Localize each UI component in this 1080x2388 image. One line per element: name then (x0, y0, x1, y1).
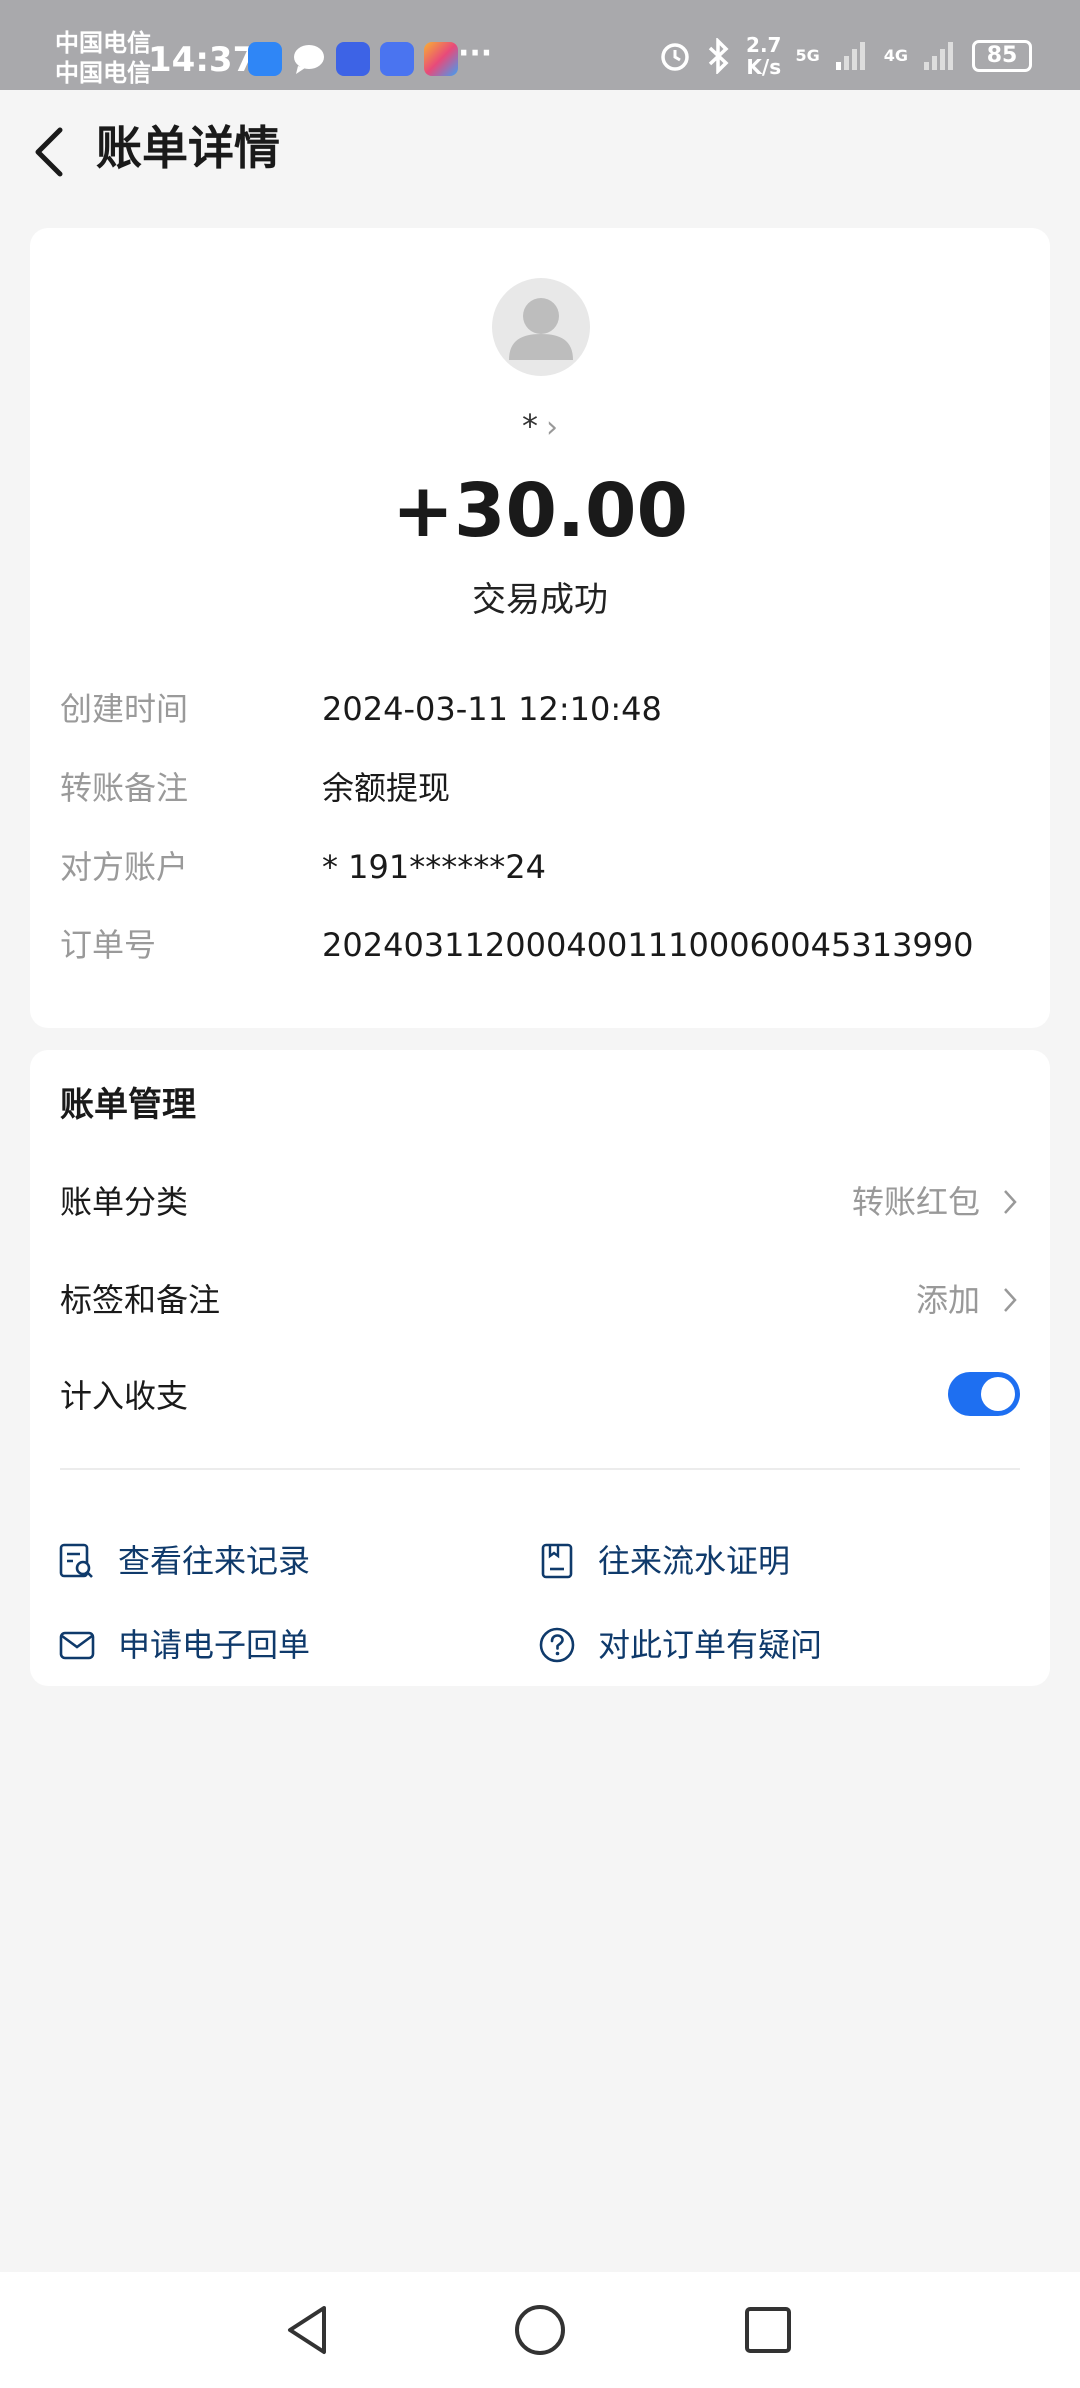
chevron-right-icon (1004, 1190, 1017, 1214)
detail-label: 创建时间 (60, 690, 189, 728)
detail-value: 2024-03-11 12:10:48 (322, 690, 662, 728)
network-speed-value: 2.7 (746, 33, 782, 57)
include-in-accounts-toggle[interactable] (948, 1372, 1020, 1416)
bill-category-value: 转账红包 (851, 1183, 980, 1221)
e-receipt-label: 申请电子回单 (118, 1626, 311, 1664)
payee-name: * (522, 407, 538, 445)
detail-value: 余额提现 (322, 769, 451, 807)
order-question-button[interactable]: 对此订单有疑问 (538, 1620, 822, 1670)
cloud-app-icon (248, 42, 282, 76)
bill-management-card: 账单管理 账单分类 转账红包 标签和备注 添加 计入收支 查看往来记录 往来流水… (30, 1050, 1050, 1686)
signal-4g-label: 4G (883, 46, 908, 65)
carrier-2: 中国电信 (55, 59, 151, 87)
include-in-accounts-row: 计入收支 (60, 1366, 1020, 1426)
divider (60, 1468, 1020, 1470)
tags-notes-label: 标签和备注 (60, 1281, 221, 1319)
detail-row-transfer-note: 转账备注 余额提现 (60, 763, 1020, 813)
detail-label: 对方账户 (60, 848, 189, 886)
detail-row-counterparty-account: 对方账户 * 191******24 (60, 842, 1020, 892)
carrier-1: 中国电信 (55, 29, 151, 57)
tags-notes-value: 添加 (915, 1281, 980, 1319)
include-in-accounts-label: 计入收支 (60, 1377, 189, 1415)
nav-home-icon[interactable] (510, 2300, 570, 2360)
gallery-app-icon (424, 42, 458, 76)
detail-value: * 191******24 (322, 848, 546, 886)
transaction-card: * › +30.00 交易成功 创建时间 2024-03-11 12:10:48 … (30, 228, 1050, 1028)
app-header: 账单详情 (0, 90, 1080, 210)
more-notifications-icon: ··· (458, 36, 493, 71)
user-avatar-icon (509, 298, 573, 360)
network-speed-unit: K/s (746, 55, 782, 79)
view-records-button[interactable]: 查看往来记录 (58, 1536, 310, 1586)
detail-label: 转账备注 (60, 769, 189, 807)
bill-category-row[interactable]: 账单分类 转账红包 (60, 1172, 1020, 1232)
chevron-right-icon: › (546, 410, 558, 445)
detail-row-created-time: 创建时间 2024-03-11 12:10:48 (60, 684, 1020, 734)
avatar[interactable] (492, 278, 590, 376)
transaction-status: 交易成功 (472, 580, 608, 620)
statement-proof-button[interactable]: 往来流水证明 (538, 1536, 790, 1586)
network-speed: 2.7 K/s (746, 34, 781, 78)
order-question-label: 对此订单有疑问 (598, 1626, 823, 1664)
store-app-icon (380, 42, 414, 76)
e-receipt-button[interactable]: 申请电子回单 (58, 1620, 310, 1670)
detail-row-order-number: 订单号 20240311200040011100060045313990 (60, 920, 1020, 970)
signal-bars-icon-2 (924, 42, 953, 70)
signal-bars-icon (835, 42, 865, 70)
tags-notes-row[interactable]: 标签和备注 添加 (60, 1270, 1020, 1330)
nav-recents-icon[interactable] (738, 2300, 798, 2360)
statement-proof-label: 往来流水证明 (598, 1542, 791, 1580)
battery-icon: 85 (972, 40, 1032, 72)
alarm-icon (661, 43, 689, 71)
signal-5g-label: 5G (795, 46, 820, 65)
section-title: 账单管理 (60, 1085, 196, 1125)
music-app-icon (336, 42, 370, 76)
bluetooth-icon (708, 38, 729, 74)
page: 中国电信 中国电信 14:37 ··· 2.7 K/s 5G 4G 85 账单详… (0, 0, 1080, 2388)
mail-icon (59, 1631, 95, 1660)
bill-category-label: 账单分类 (60, 1183, 189, 1221)
question-icon (539, 1627, 575, 1663)
notification-icons (248, 42, 458, 76)
records-search-icon (59, 1543, 93, 1578)
system-navigation-bar (0, 2272, 1080, 2388)
detail-label: 订单号 (60, 926, 157, 964)
payee-name-link[interactable]: * › (30, 406, 1050, 448)
page-title: 账单详情 (96, 121, 280, 175)
document-icon (541, 1543, 573, 1579)
view-records-label: 查看往来记录 (118, 1542, 311, 1580)
detail-value[interactable]: 20240311200040011100060045313990 (322, 920, 974, 970)
status-bar: 中国电信 中国电信 14:37 ··· 2.7 K/s 5G 4G 85 (0, 0, 1080, 90)
status-time: 14:37 (148, 40, 257, 80)
message-app-icon (292, 42, 326, 76)
transaction-amount: +30.00 (391, 468, 689, 554)
back-arrow-icon[interactable] (30, 126, 70, 178)
chevron-right-icon (1004, 1288, 1017, 1312)
nav-back-icon[interactable] (278, 2300, 338, 2360)
status-indicators: 2.7 K/s 5G 4G 85 (658, 34, 1032, 78)
carrier-labels: 中国电信 中国电信 (55, 28, 151, 88)
toggle-knob (981, 1377, 1015, 1411)
